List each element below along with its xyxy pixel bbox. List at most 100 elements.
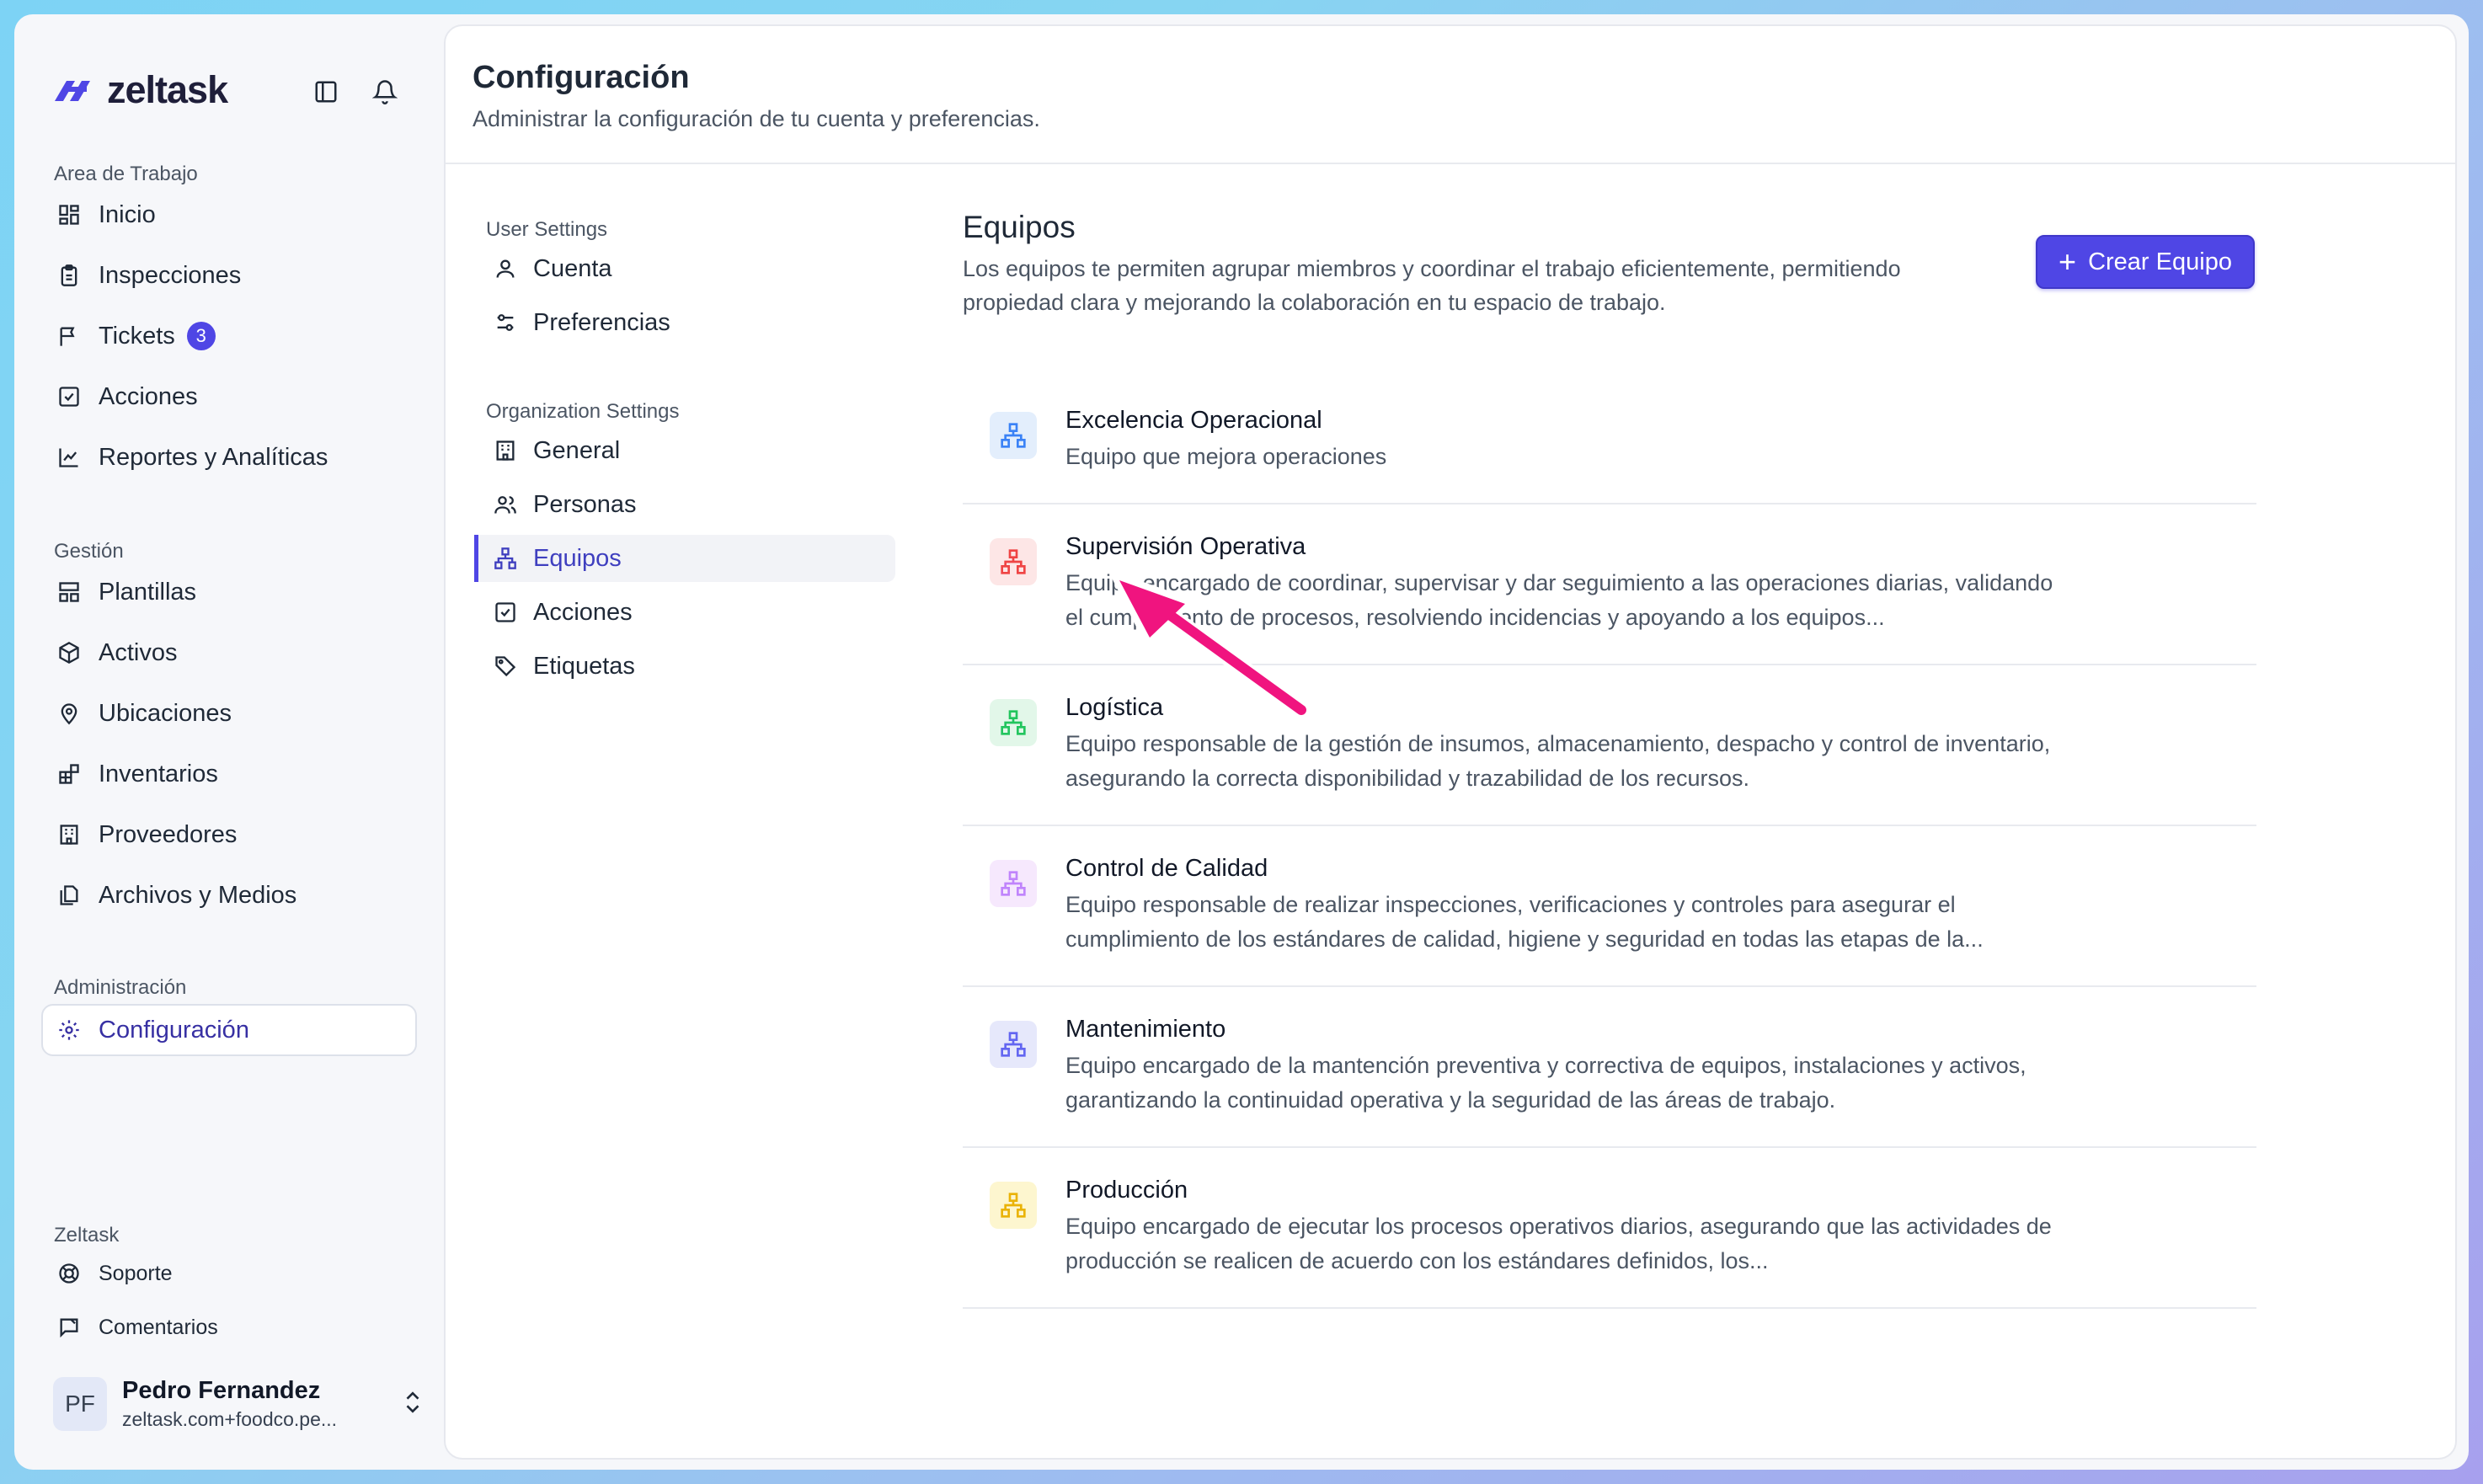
feedback-icon: [55, 1313, 83, 1342]
team-description: Equipo responsable de la gestión de insu…: [1065, 731, 2051, 791]
team-network-icon: [990, 699, 1037, 746]
sidebar: zeltask Area de Trabajo Inicio Inspeccio…: [14, 14, 444, 1470]
settings-item-preferencias[interactable]: Preferencias: [474, 299, 895, 346]
sidebar-item-label: Activos: [99, 638, 178, 666]
sidebar-item-inicio[interactable]: Inicio: [43, 189, 419, 241]
settings-item-personas[interactable]: Personas: [474, 481, 895, 528]
settings-item-cuenta[interactable]: Cuenta: [474, 245, 895, 292]
layout-icon: [55, 578, 83, 606]
sidebar-item-label: Soporte: [99, 1261, 173, 1285]
building-icon: [491, 436, 520, 465]
clipboard-icon: [55, 261, 83, 290]
settings-item-label: Cuenta: [533, 254, 612, 282]
section-title-gestion: Gestión: [54, 540, 124, 563]
sidebar-item-activos[interactable]: Activos: [43, 627, 419, 679]
sidebar-item-tickets[interactable]: Tickets 3: [43, 310, 419, 362]
team-list: Excelencia Operacional Equipo que mejora …: [963, 378, 2256, 1309]
sidebar-item-ubicaciones[interactable]: Ubicaciones: [43, 687, 419, 739]
user-name: Pedro Fernandez: [122, 1377, 321, 1404]
sidebar-item-archivos[interactable]: Archivos y Medios: [43, 869, 419, 921]
settings-item-acciones[interactable]: Acciones: [474, 589, 895, 636]
sliders-icon: [491, 308, 520, 337]
checkbox-icon: [55, 382, 83, 411]
map-pin-icon: [55, 699, 83, 728]
section-description: Los equipos te permiten agrupar miembros…: [963, 256, 1901, 315]
create-team-button[interactable]: + Crear Equipo: [2036, 235, 2255, 289]
sidebar-item-plantillas[interactable]: Plantillas: [43, 566, 419, 618]
lifebuoy-icon: [55, 1259, 83, 1288]
files-icon: [55, 881, 83, 910]
settings-item-label: Personas: [533, 490, 637, 518]
sidebar-item-label: Inventarios: [99, 760, 218, 787]
team-name: Mantenimiento: [1065, 1016, 1226, 1043]
blocks-icon: [55, 760, 83, 788]
sidebar-item-soporte[interactable]: Soporte: [43, 1250, 419, 1297]
settings-item-label: Etiquetas: [533, 652, 635, 680]
sidebar-item-label: Plantillas: [99, 578, 197, 606]
sidebar-item-inventarios[interactable]: Inventarios: [43, 748, 419, 800]
team-network-icon: [990, 412, 1037, 459]
main-panel: Configuración Administrar la configuraci…: [444, 24, 2457, 1460]
logo[interactable]: zeltask: [53, 65, 228, 115]
network-icon: [491, 544, 520, 573]
settings-item-etiquetas[interactable]: Etiquetas: [474, 643, 895, 690]
team-network-icon: [990, 860, 1037, 907]
sidebar-item-comentarios[interactable]: Comentarios: [43, 1304, 419, 1351]
sidebar-item-label: Inicio: [99, 200, 156, 228]
team-row[interactable]: Excelencia Operacional Equipo que mejora …: [963, 378, 2256, 504]
user-menu[interactable]: PF Pedro Fernandez zeltask.com+foodco.pe…: [53, 1374, 424, 1434]
bell-icon[interactable]: [368, 75, 402, 109]
user-email: zeltask.com+foodco.pe...: [122, 1408, 338, 1430]
tickets-count-badge: 3: [186, 322, 216, 350]
grid-icon: [55, 200, 83, 229]
avatar: PF: [53, 1377, 107, 1431]
settings-section-organization: Organization Settings: [486, 400, 680, 423]
sidebar-item-inspecciones[interactable]: Inspecciones: [43, 249, 419, 302]
sidebar-item-proveedores[interactable]: Proveedores: [43, 809, 419, 861]
team-description: Equipo encargado de ejecutar los proceso…: [1065, 1214, 2052, 1273]
team-description: Equipo responsable de realizar inspeccio…: [1065, 892, 1984, 952]
sidebar-item-label: Configuración: [99, 1016, 249, 1044]
users-icon: [491, 490, 520, 519]
team-description: Equipo encargado de la mantención preven…: [1065, 1053, 2026, 1113]
team-row[interactable]: Mantenimiento Equipo encargado de la mant…: [963, 987, 2256, 1148]
settings-section-user: User Settings: [486, 218, 608, 241]
settings-item-label: Equipos: [533, 544, 622, 572]
sidebar-item-acciones[interactable]: Acciones: [43, 371, 419, 423]
building-icon: [55, 820, 83, 849]
flag-icon: [55, 322, 83, 350]
sidebar-item-configuracion[interactable]: Configuración: [41, 1004, 417, 1056]
annotation-arrow: [1112, 573, 1311, 720]
settings-item-label: Preferencias: [533, 308, 670, 336]
create-team-label: Crear Equipo: [2088, 248, 2232, 275]
sidebar-toggle-icon[interactable]: [309, 75, 343, 109]
chevrons-up-down-icon[interactable]: [402, 1387, 424, 1422]
gear-icon: [55, 1016, 83, 1044]
tag-icon: [491, 652, 520, 681]
page-subtitle: Administrar la configuración de tu cuent…: [473, 106, 1040, 131]
settings-item-label: Acciones: [533, 598, 633, 626]
team-network-icon: [990, 1021, 1037, 1068]
chart-icon: [55, 443, 83, 472]
page-header: Configuración Administrar la configuraci…: [446, 26, 2455, 164]
sidebar-item-label: Ubicaciones: [99, 699, 232, 727]
team-network-icon: [990, 1182, 1037, 1229]
sidebar-item-label: Tickets: [99, 322, 175, 350]
box-icon: [55, 638, 83, 667]
team-description: Equipo que mejora operaciones: [1065, 444, 1387, 469]
sidebar-item-label: Comentarios: [99, 1315, 218, 1339]
settings-item-general[interactable]: General: [474, 427, 895, 474]
plus-icon: +: [2058, 244, 2077, 279]
team-name: Producción: [1065, 1177, 1188, 1204]
sidebar-item-label: Inspecciones: [99, 261, 242, 289]
team-name: Control de Calidad: [1065, 855, 1268, 882]
sidebar-item-label: Acciones: [99, 382, 198, 410]
team-row[interactable]: Control de Calidad Equipo responsable de …: [963, 826, 2256, 987]
team-row[interactable]: Producción Equipo encargado de ejecutar l…: [963, 1148, 2256, 1309]
section-title-administracion: Administración: [54, 976, 187, 999]
app-name: zeltask: [107, 68, 228, 111]
settings-item-label: General: [533, 436, 621, 464]
settings-item-equipos[interactable]: Equipos: [474, 535, 895, 582]
section-title: Equipos: [963, 210, 1076, 244]
sidebar-item-reportes[interactable]: Reportes y Analíticas: [43, 431, 419, 483]
